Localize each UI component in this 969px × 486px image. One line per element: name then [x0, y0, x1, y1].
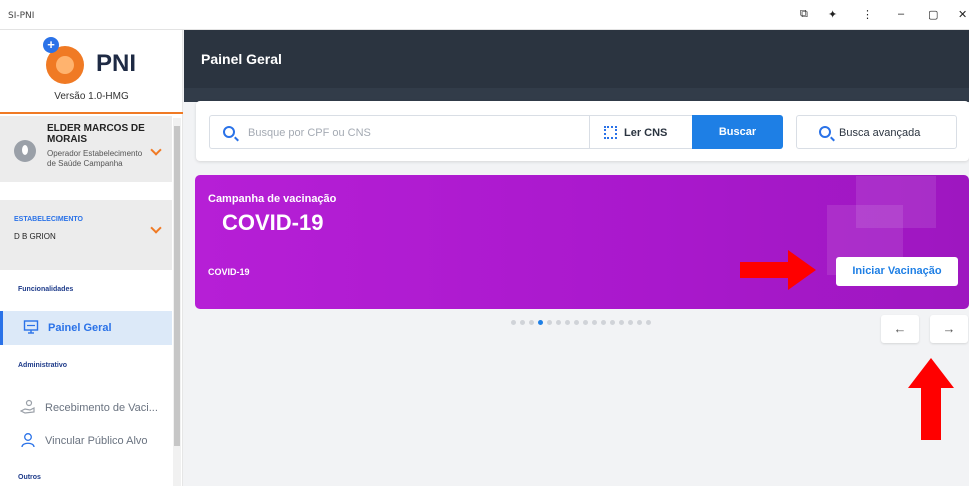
advanced-search-button[interactable]: Busca avançada	[796, 115, 957, 149]
app-version: Versão 1.0-HMG	[54, 91, 129, 102]
section-funcionalidades: Funcionalidades	[18, 286, 74, 293]
establishment-label: ESTABELECIMENTO	[14, 216, 83, 223]
search-button[interactable]: Buscar	[692, 115, 783, 149]
extensions-icon[interactable]: ✦	[828, 8, 837, 21]
page-header: Painel Geral	[184, 30, 969, 88]
minimize-icon[interactable]: –	[898, 8, 904, 20]
close-icon[interactable]: ✕	[958, 8, 967, 21]
read-cns-button[interactable]: Ler CNS	[589, 115, 692, 149]
establishment-value: D B GRION	[14, 232, 56, 241]
hand-receive-icon	[20, 399, 35, 414]
annotation-arrow-right-icon	[740, 250, 816, 290]
sidebar-item-recebimento[interactable]: Recebimento de Vaci...	[0, 391, 172, 425]
carousel-dot[interactable]	[538, 320, 543, 325]
logo-text: PNI	[96, 50, 137, 77]
advanced-search-label: Busca avançada	[839, 127, 921, 139]
monitor-icon	[23, 320, 39, 334]
search-icon	[819, 126, 831, 138]
carousel-dot[interactable]	[565, 320, 570, 325]
menu-dots-icon[interactable]: ⋮	[862, 8, 873, 21]
carousel-next-button[interactable]: →	[930, 315, 968, 343]
carousel-dot[interactable]	[610, 320, 615, 325]
banner-tag: COVID-19	[208, 267, 250, 277]
carousel-dot[interactable]	[583, 320, 588, 325]
banner-subtitle: Campanha de vacinação	[208, 193, 337, 205]
carousel-dot[interactable]	[646, 320, 651, 325]
translate-icon[interactable]: ⧉	[800, 8, 808, 21]
window-titlebar: SI-PNI ⧉ ✦ ⋮ – ▢ ✕	[0, 0, 969, 30]
carousel-dot[interactable]	[511, 320, 516, 325]
user-profile[interactable]: ELDER MARCOS DE MORAIS Operador Estabele…	[0, 116, 172, 182]
scrollbar-thumb[interactable]	[174, 126, 180, 446]
divider	[0, 112, 183, 114]
carousel-dot[interactable]	[637, 320, 642, 325]
search-placeholder: Busque por CPF ou CNS	[248, 127, 371, 139]
sidebar: + PNI Versão 1.0-HMG ELDER MARCOS DE MOR…	[0, 30, 183, 486]
banner-title: COVID-19	[222, 210, 324, 235]
user-icon	[21, 433, 35, 448]
search-card: Busque por CPF ou CNS Ler CNS Buscar Bus…	[196, 101, 969, 161]
carousel-prev-button[interactable]: ←	[881, 315, 919, 343]
user-role: Operador Estabelecimento de Saúde Campan…	[47, 149, 143, 168]
carousel-dot[interactable]	[601, 320, 606, 325]
page-title: Painel Geral	[201, 51, 282, 67]
annotation-arrow-up-icon	[908, 358, 954, 440]
plus-badge-icon: +	[43, 37, 59, 53]
sidebar-item-label: Vincular Público Alvo	[45, 435, 148, 447]
user-name: ELDER MARCOS DE MORAIS	[47, 123, 145, 145]
sidebar-item-painel-geral[interactable]: Painel Geral	[0, 311, 172, 345]
sidebar-scrollbar[interactable]	[173, 118, 181, 486]
chevron-down-icon[interactable]	[150, 222, 162, 234]
carousel-dot[interactable]	[520, 320, 525, 325]
window-title: SI-PNI	[8, 11, 35, 21]
avatar-drop-icon	[14, 140, 36, 162]
carousel-dot[interactable]	[529, 320, 534, 325]
read-cns-label: Ler CNS	[624, 127, 668, 139]
chevron-down-icon[interactable]	[150, 144, 162, 156]
sidebar-item-vincular[interactable]: Vincular Público Alvo	[0, 424, 172, 458]
maximize-icon[interactable]: ▢	[928, 8, 938, 21]
section-administrativo: Administrativo	[18, 362, 68, 369]
section-outros: Outros	[18, 474, 41, 481]
search-icon	[223, 126, 235, 138]
sidebar-item-label: Painel Geral	[48, 322, 112, 334]
pni-logo: + PNI	[40, 36, 150, 88]
header-band	[184, 88, 969, 102]
campaign-banner: Campanha de vacinação COVID-19 COVID-19 …	[195, 175, 969, 309]
carousel-dot[interactable]	[628, 320, 633, 325]
carousel-dot[interactable]	[592, 320, 597, 325]
carousel-dot[interactable]	[547, 320, 552, 325]
carousel-dot[interactable]	[619, 320, 624, 325]
qr-code-icon	[604, 126, 617, 139]
carousel-dot[interactable]	[574, 320, 579, 325]
start-vaccination-button[interactable]: Iniciar Vacinação	[836, 257, 958, 286]
search-input[interactable]: Busque por CPF ou CNS	[209, 115, 589, 149]
sidebar-item-label: Recebimento de Vaci...	[45, 402, 158, 414]
carousel-dot[interactable]	[556, 320, 561, 325]
main-content: Painel Geral Busque por CPF ou CNS Ler C…	[184, 30, 969, 486]
establishment-selector[interactable]: ESTABELECIMENTO D B GRION	[0, 200, 172, 270]
